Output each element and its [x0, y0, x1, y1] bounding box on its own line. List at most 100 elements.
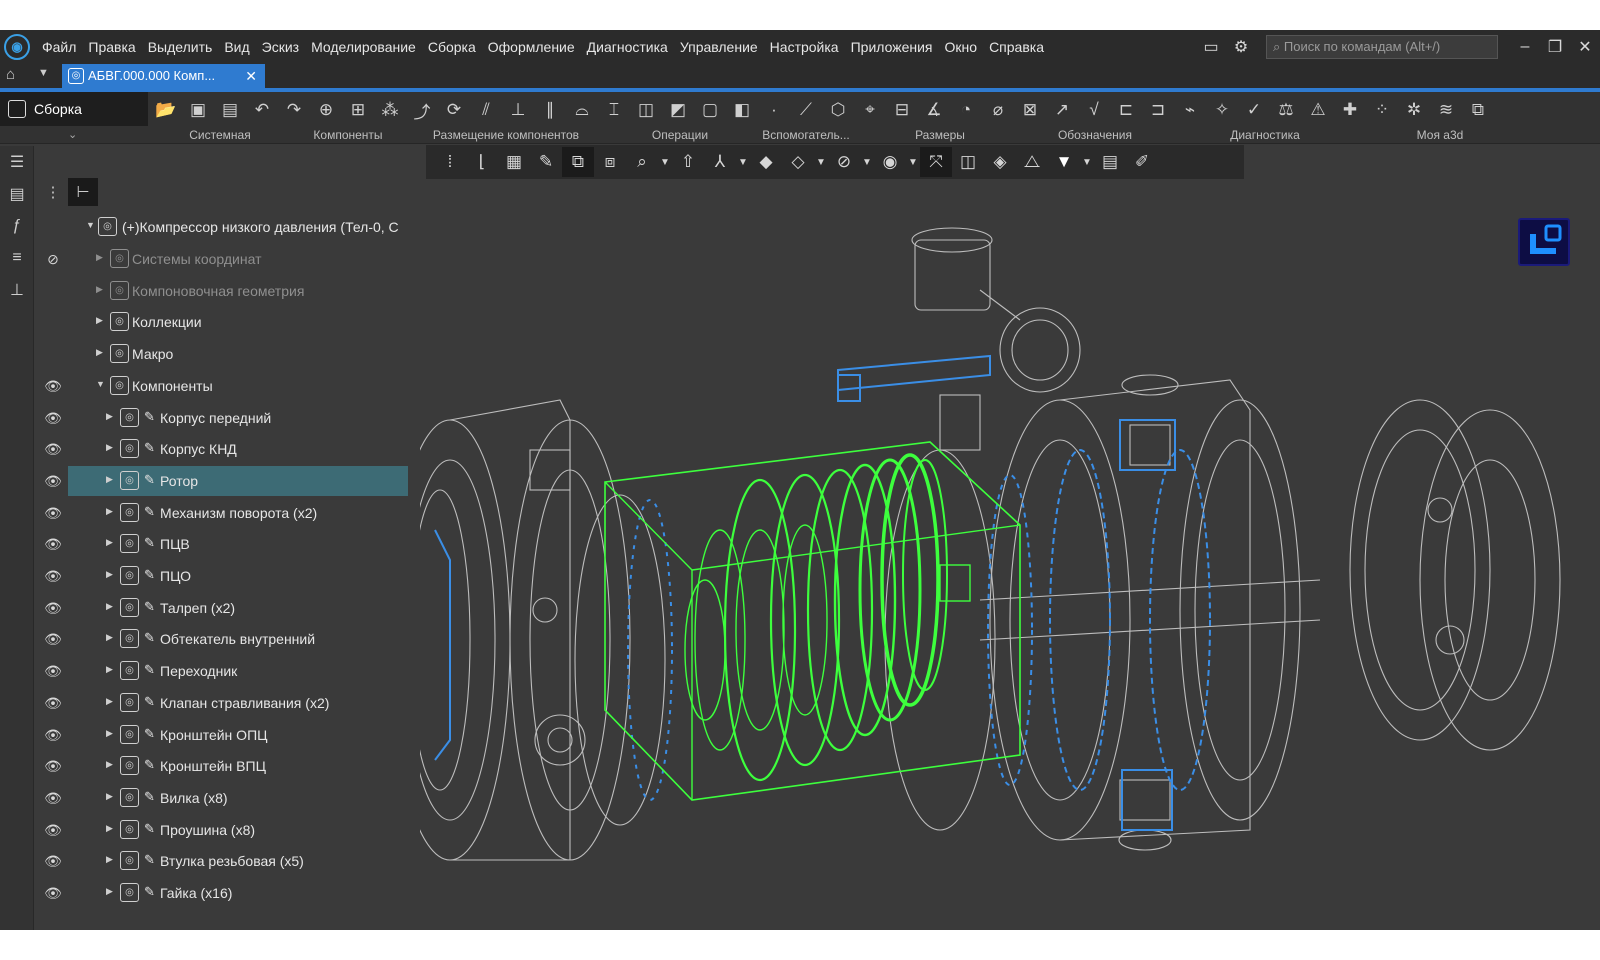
expand-icon[interactable]: ▶ [96, 252, 103, 263]
expand-icon[interactable]: ▶ [106, 601, 113, 612]
explode-icon[interactable]: ⤧ [920, 147, 952, 177]
radial-dim-icon[interactable]: ◔ [950, 96, 982, 124]
zoom-icon[interactable]: ⌕ [626, 147, 658, 177]
chevron-down-icon[interactable]: ▼ [906, 147, 920, 177]
edit-component-icon[interactable]: ✎ [530, 147, 562, 177]
custom-5-icon[interactable]: ⧉ [1462, 96, 1494, 124]
eye-icon[interactable]: 👁 [42, 851, 64, 871]
eye-icon[interactable]: 👁 [42, 408, 64, 428]
tree-root[interactable]: ▼ ◎ (+)Компрессор низкого давления (Тел-… [36, 212, 416, 242]
group-annotations[interactable]: Обозначения [1020, 126, 1170, 144]
tree-row[interactable]: ▶ ◎ Макро [36, 339, 416, 369]
tree-row[interactable]: ▶ ◎ Коллекции [36, 307, 416, 337]
tree-row[interactable]: ⊘ ▶ ◎ Системы координат [36, 244, 416, 274]
menu-edit[interactable]: Правка [82, 30, 141, 64]
coincidence-icon[interactable]: ⊥ [502, 96, 534, 124]
expand-icon[interactable]: ▶ [106, 759, 113, 770]
expand-icon[interactable]: ▶ [106, 854, 113, 865]
tree-row[interactable]: 👁 ▶ ◎ ✎ Корпус КНД [36, 434, 416, 464]
eye-icon[interactable]: 👁 [42, 820, 64, 840]
expand-icon[interactable]: ▶ [106, 569, 113, 580]
multiselect-icon[interactable]: ▦ [498, 147, 530, 177]
structure-icon[interactable]: ⊥ [0, 274, 34, 306]
parallel-icon[interactable]: ∥ [534, 96, 566, 124]
custom-3-icon[interactable]: ✲ [1398, 96, 1430, 124]
eye-icon[interactable]: 👁 [42, 661, 64, 681]
save-as-icon[interactable]: ▤ [214, 96, 246, 124]
eye-icon[interactable]: 👁 [42, 693, 64, 713]
layout-view-icon[interactable]: ⧈ [594, 147, 626, 177]
open-icon[interactable]: 📂 [150, 96, 182, 124]
eye-icon[interactable]: 👁 [42, 725, 64, 745]
menu-window[interactable]: Окно [939, 30, 984, 64]
chevron-down-icon[interactable]: ▼ [38, 67, 49, 79]
tree-row[interactable]: 👁 ▶ ◎ ✎ Вилка (x8) [36, 783, 416, 813]
expand-icon[interactable]: ▶ [106, 474, 113, 485]
tree-row[interactable]: 👁 ▶ ◎ ✎ Проушина (x8) [36, 815, 416, 845]
custom-2-icon[interactable]: ⁘ [1366, 96, 1398, 124]
render-icon[interactable]: ◈ [984, 147, 1016, 177]
menu-view[interactable]: Вид [218, 30, 255, 64]
menu-management[interactable]: Управление [674, 30, 764, 64]
eye-icon[interactable]: 👁 [42, 503, 64, 523]
tree-panel-icon[interactable]: ☰ [0, 146, 34, 178]
close-icon[interactable]: ✕ [1570, 30, 1600, 64]
eye-icon[interactable]: 👁 [42, 376, 64, 396]
tree-row[interactable]: 👁 ▼ ◎ Компоненты [36, 371, 416, 401]
collision-icon[interactable]: ✧ [1206, 96, 1238, 124]
custom-4-icon[interactable]: ≋ [1430, 96, 1462, 124]
assembly-view-icon[interactable]: ⧉ [562, 147, 594, 177]
minimize-icon[interactable]: – [1510, 30, 1540, 64]
home-icon[interactable]: ⌂ [6, 66, 15, 83]
mode-selector[interactable]: Сборка [0, 92, 148, 126]
menu-drawing[interactable]: Оформление [482, 30, 581, 64]
menu-diagnostics[interactable]: Диагностика [581, 30, 674, 64]
group-my-a3d[interactable]: Моя а3d [1370, 126, 1510, 144]
tree-row[interactable]: 👁 ▶ ◎ ✎ Втулка резьбовая (x5) [36, 846, 416, 876]
expand-icon[interactable]: ▶ [106, 696, 113, 707]
menu-settings[interactable]: Настройка [764, 30, 845, 64]
3d-viewport[interactable] [420, 180, 1600, 930]
eye-icon[interactable]: 👁 [42, 629, 64, 649]
group-operations[interactable]: Операции [620, 126, 740, 144]
tree-row[interactable]: 👁 ▶ ◎ ✎ Обтекатель внутренний [36, 624, 416, 654]
linear-dim-icon[interactable]: ⊟ [886, 96, 918, 124]
tree-row[interactable]: ▶ ◎ Компоновочная геометрия [36, 276, 416, 306]
tree-origin-icon[interactable]: ⌊ [466, 147, 498, 177]
restore-icon[interactable]: ❐ [1540, 30, 1570, 64]
group-components[interactable]: Компоненты [298, 126, 398, 144]
expand-icon[interactable]: ▶ [96, 347, 103, 358]
menu-sketch[interactable]: Эскиз [256, 30, 305, 64]
filter-icon[interactable]: ▼ [1048, 147, 1080, 177]
chevron-down-icon[interactable]: ▼ [814, 147, 828, 177]
eye-icon[interactable]: 👁 [42, 566, 64, 586]
properties-panel-icon[interactable]: ▤ [0, 178, 34, 210]
expand-ribbon-icon[interactable]: ⌄ [68, 128, 77, 141]
array-icon[interactable]: ⁂ [374, 96, 406, 124]
tree-row[interactable]: 👁 ▶ ◎ ✎ ПЦВ [36, 529, 416, 559]
tree-row[interactable]: 👁 ▶ ◎ ✎ Ротор [36, 465, 416, 496]
shaded-icon[interactable]: ◆ [750, 147, 782, 177]
expand-icon[interactable]: ▶ [106, 506, 113, 517]
command-search-input[interactable]: ⌕ Поиск по командам (Alt+/) [1266, 35, 1498, 59]
expand-icon[interactable]: ▶ [106, 728, 113, 739]
axis-icon[interactable]: ⟋ [790, 96, 822, 124]
camera-icon[interactable]: ◉ [874, 147, 906, 177]
chevron-down-icon[interactable]: ▼ [658, 147, 672, 177]
tree-row[interactable]: 👁 ▶ ◎ ✎ Кронштейн ОПЦ [36, 720, 416, 750]
add-component-icon[interactable]: ⊕ [310, 96, 342, 124]
plane-icon[interactable]: ⬡ [822, 96, 854, 124]
expand-icon[interactable]: ▶ [106, 823, 113, 834]
tolerance-icon[interactable]: ⊐ [1142, 96, 1174, 124]
redo-icon[interactable]: ↷ [278, 96, 310, 124]
layers-icon[interactable]: ≡ [0, 242, 34, 274]
menu-modeling[interactable]: Моделирование [305, 30, 422, 64]
eye-icon[interactable]: 👁 [42, 883, 64, 903]
hidden-eye-icon[interactable]: ⊘ [42, 249, 64, 269]
section-view-icon[interactable]: ◫ [952, 147, 984, 177]
tree-row[interactable]: 👁 ▶ ◎ ✎ Переходник [36, 656, 416, 686]
hole-icon[interactable]: ◫ [630, 96, 662, 124]
mass-icon[interactable]: ⚖ [1270, 96, 1302, 124]
expand-icon[interactable]: ▶ [106, 632, 113, 643]
tree-structure-icon[interactable]: ⊢ [68, 178, 98, 206]
